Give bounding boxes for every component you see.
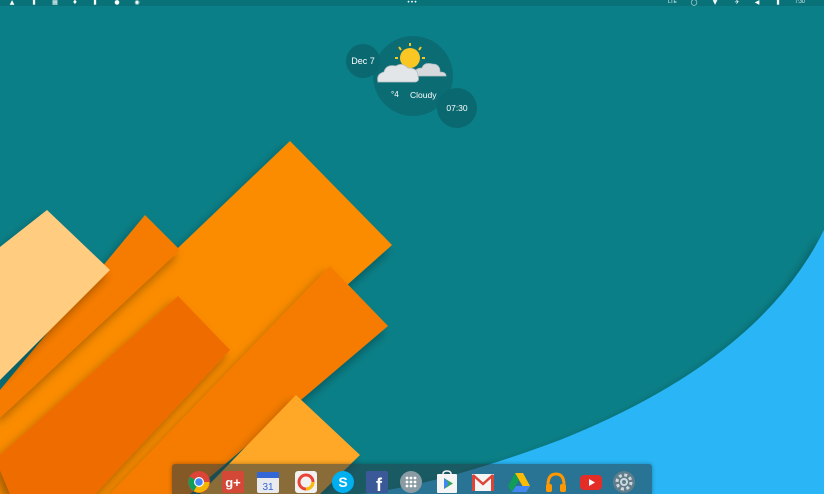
notification-icon[interactable]: ▲ bbox=[8, 0, 16, 6]
google-plus-icon[interactable]: g+ bbox=[220, 470, 246, 494]
more-icon[interactable]: ••• bbox=[404, 0, 420, 6]
skype-icon[interactable]: S bbox=[330, 470, 356, 494]
gallery-icon[interactable]: ▦ bbox=[51, 0, 59, 6]
drive-icon[interactable] bbox=[506, 470, 532, 494]
settings-app-icon[interactable] bbox=[611, 470, 637, 494]
play-store-icon[interactable] bbox=[434, 470, 460, 494]
chrome-icon[interactable] bbox=[186, 470, 212, 494]
network-type: LTE bbox=[668, 0, 677, 5]
wifi-icon: ▼ bbox=[712, 0, 718, 6]
svg-text:f: f bbox=[376, 475, 383, 494]
play-music-icon[interactable] bbox=[543, 470, 569, 494]
photos-icon[interactable] bbox=[293, 470, 319, 494]
clipboard-icon[interactable]: ▮ bbox=[30, 0, 38, 6]
volume-icon: ◀ bbox=[754, 0, 760, 6]
calendar-day: 31 bbox=[262, 482, 274, 493]
alarm-icon: ◯ bbox=[690, 0, 698, 6]
time-bubble[interactable]: 07:30 bbox=[437, 88, 477, 128]
settings-icon[interactable]: ◉ bbox=[133, 0, 141, 6]
all-apps-icon[interactable] bbox=[398, 470, 424, 494]
twitter-icon[interactable]: ♦ bbox=[71, 0, 79, 6]
calendar-icon[interactable]: 31 bbox=[255, 470, 281, 494]
airplane-icon: ✈ bbox=[734, 0, 740, 6]
facebook-icon[interactable]: f bbox=[364, 470, 390, 494]
condition-label: Cloudy bbox=[410, 90, 437, 100]
battery-icon: ▮ bbox=[776, 0, 780, 6]
partly-cloudy-icon bbox=[377, 43, 447, 83]
svg-text:S: S bbox=[338, 474, 347, 490]
gmail-icon[interactable] bbox=[470, 470, 496, 494]
youtube-icon[interactable] bbox=[578, 470, 604, 494]
status-clock: 7:30 bbox=[795, 0, 805, 5]
temperature-label: °4 bbox=[391, 90, 399, 99]
download-icon[interactable]: ▮ bbox=[91, 0, 99, 6]
svg-text:g+: g+ bbox=[225, 475, 241, 490]
android-icon[interactable]: ● bbox=[113, 0, 121, 6]
date-bubble[interactable]: Dec 7 bbox=[346, 44, 380, 78]
